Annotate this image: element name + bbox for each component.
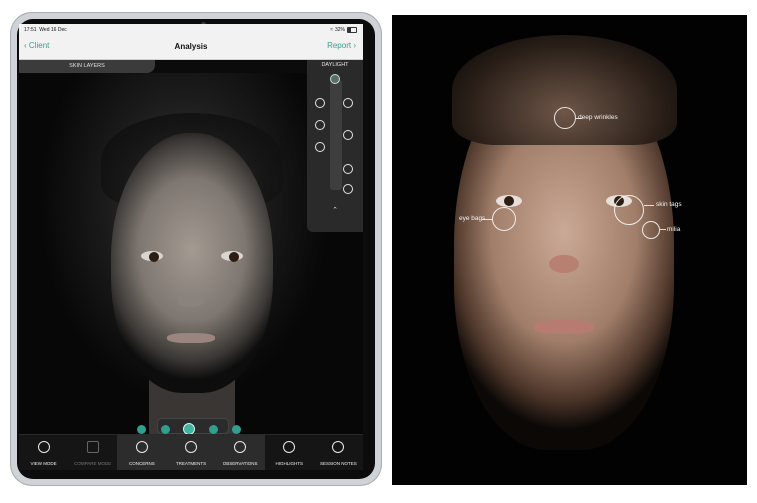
light-mode-track [330,80,342,190]
toolbar-session-notes[interactable]: SESSION NOTES [314,435,363,470]
mouth [534,320,594,334]
toolbar-label: VIEW MODE [30,461,57,466]
status-bar: 17:51 Wed 16 Dec ≈ 32% [19,24,363,35]
dot-indicator[interactable] [137,425,146,434]
highlights-icon [283,441,296,453]
face-image [111,133,273,393]
toolbar-concerns[interactable]: CONCERNS [117,435,167,470]
light-mode-panel: DAYLIGHT ⌃ [307,60,363,232]
daylight-label: DAYLIGHT [321,62,349,68]
toolbar-label: OBSERVATIONS [222,461,258,466]
parallel-polar-mode-icon[interactable] [343,130,353,140]
dot-indicator[interactable] [161,425,170,434]
report-button[interactable]: Report › [327,41,356,50]
bottom-toolbar: VIEW MODE COMPARE MODE CONCERNS TREATMEN… [19,434,363,470]
toolbar-label: HIGHLIGHTS [275,461,304,466]
annotation-leader-line [644,205,654,206]
battery-percent: 32% [334,27,345,33]
daylight-mode-icon[interactable] [330,74,340,84]
toolbar-treatments[interactable]: TREATMENTS [166,435,216,470]
toolbar-label: COMPARE MODE [74,461,112,466]
nose [177,293,205,307]
chevron-up-icon[interactable]: ⌃ [307,206,363,214]
toolbar-view-mode[interactable]: VIEW MODE [19,435,68,470]
dot-indicator[interactable] [209,425,218,434]
report-label: Report [327,41,352,50]
deep-wrinkles-label: deep wrinkles [578,114,618,121]
right-eye [221,251,243,262]
toolbar-label: SESSION NOTES [320,461,357,466]
left-eye [496,195,522,207]
toolbar-compare-mode[interactable]: COMPARE MODE [68,435,117,470]
cross-polar-mode-icon[interactable] [315,120,325,130]
toolbar-label: TREATMENTS [175,461,207,466]
milia-label: milia [667,226,681,233]
skin-tags-marker[interactable] [614,195,644,225]
status-time: 17:51 [24,27,37,33]
gear-mode-icon[interactable] [343,164,353,174]
skin-layers-tab[interactable]: SKIN LAYERS [19,60,155,73]
compare-icon [86,441,99,453]
app-screen: 17:51 Wed 16 Dec ≈ 32% ‹ Client Analysis… [19,24,363,470]
page-title: Analysis [174,42,208,51]
annotated-face-photo: deep wrinkles eye bags skin tags milia [392,15,747,485]
surface-mode-icon[interactable] [315,142,325,152]
session-notes-icon [332,441,345,453]
chevron-right-icon: › [353,41,356,50]
observations-icon [234,441,247,453]
eye-bags-marker[interactable] [492,207,516,231]
skin-tags-label: skin tags [656,201,682,208]
deep-wrinkles-marker[interactable] [554,107,576,129]
toolbar-observations[interactable]: OBSERVATIONS [215,435,265,470]
wifi-icon: ≈ [330,27,333,33]
eye-bags-label: eye bags [459,215,486,222]
navigation-bar: ‹ Client Analysis Report › [19,35,363,60]
treatments-icon [184,441,197,453]
nose [549,255,579,273]
settings-mode-icon[interactable] [343,184,353,194]
polarized-mode-icon[interactable] [343,98,353,108]
concerns-face-icon [135,441,148,453]
annotation-leader-line [660,229,666,230]
uv-mode-icon[interactable] [315,98,325,108]
milia-marker[interactable] [642,221,660,239]
toolbar-highlights[interactable]: HIGHLIGHTS [265,435,314,470]
mouth [167,333,215,343]
battery-icon [347,27,357,33]
left-eye [141,251,163,262]
dot-indicator[interactable] [232,425,241,434]
camera-icon [37,441,50,453]
toolbar-label: CONCERNS [128,461,155,466]
status-date: Wed 16 Dec [39,27,67,33]
